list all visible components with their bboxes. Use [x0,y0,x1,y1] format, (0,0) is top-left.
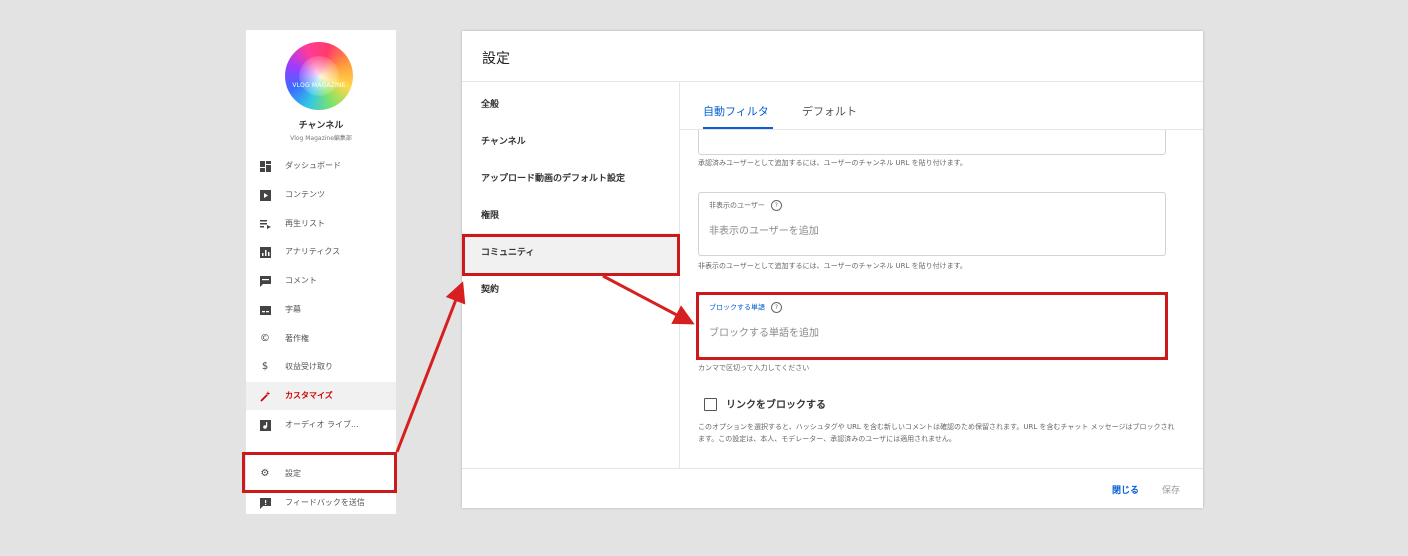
sidebar-item-subtitles[interactable]: 字幕 [246,296,396,324]
hidden-users-input[interactable] [709,223,1149,239]
sidebar-item-settings[interactable]: ⚙ 設定 [246,460,396,488]
gear-icon: ⚙ [260,468,270,479]
magic-wand-icon [259,390,271,402]
sidebar-item-label: 再生リスト [285,219,325,228]
automated-filters-panel: 承認済みユーザーとして追加するには、ユーザーのチャンネル URL を貼り付けます… [680,130,1203,468]
block-links-checkbox[interactable] [704,398,717,411]
blocked-words-label: ブロックする単語? [709,302,782,313]
hidden-users-label-text: 非表示のユーザー [709,201,765,210]
tab-automated-filters[interactable]: 自動フィルタ [703,103,769,119]
sidebar-item-label: コメント [285,276,317,285]
arrow-to-community [395,281,466,453]
copyright-icon: © [260,333,270,344]
avatar-brand-text: VLOG MAGAZINE [292,82,346,89]
channel-title: チャンネル [298,121,344,131]
blocked-words-field[interactable]: ブロックする単語? [698,294,1166,358]
settings-dialog: 設定 全般 チャンネル アップロード動画のデフォルト設定 権限 コミュニティ 契… [462,31,1203,508]
sidebar-item-feedback[interactable]: フィードバックを送信 [246,489,396,514]
comment-icon [259,275,271,287]
close-button[interactable]: 閉じる [1112,483,1139,496]
block-links-description: このオプションを選択すると、ハッシュタグや URL を含む新しいコメントは確認の… [698,423,1175,443]
divider [462,468,1203,469]
sidebar-item-label: 著作権 [285,334,309,343]
sidebar-item-label: ダッシュボード [285,161,341,170]
hidden-users-hint: 非表示のユーザーとして追加するには、ユーザーのチャンネル URL を貼り付けます… [698,262,967,270]
settings-menu-general[interactable]: 全般 [462,85,679,125]
hidden-users-field[interactable]: 非表示のユーザー? [698,192,1166,256]
settings-menu-permissions[interactable]: 権限 [462,196,679,236]
settings-menu-community[interactable]: コミュニティ [462,233,679,273]
hidden-users-label: 非表示のユーザー? [709,200,782,211]
blocked-words-input[interactable] [709,325,1149,341]
settings-menu-agreements[interactable]: 契約 [462,270,679,310]
analytics-icon [259,246,271,258]
sidebar-item-comments[interactable]: コメント [246,267,396,295]
sidebar-item-label: アナリティクス [285,247,341,256]
channel-avatar[interactable]: VLOG MAGAZINE [285,42,353,110]
tab-defaults[interactable]: デフォルト [802,103,857,119]
sidebar-item-customization[interactable]: カスタマイズ [246,382,396,410]
blocked-words-label-text: ブロックする単語 [709,303,765,312]
sidebar-item-monetization[interactable]: $ 収益受け取り [246,353,396,381]
sidebar-item-dashboard[interactable]: ダッシュボード [246,152,396,180]
dialog-title: 設定 [482,51,510,67]
sidebar-item-label: 設定 [285,469,301,478]
help-icon[interactable]: ? [770,200,782,211]
playlist-icon [259,218,271,230]
approved-users-field[interactable] [698,130,1166,155]
settings-menu-upload-defaults[interactable]: アップロード動画のデフォルト設定 [462,159,679,199]
sidebar-item-label: 収益受け取り [285,362,333,371]
avatar-glow [299,56,339,96]
sidebar-item-audio-library[interactable]: オーディオ ライブ... [246,411,396,439]
dollar-icon: $ [261,361,269,372]
sidebar-item-label: コンテンツ [285,190,325,199]
sidebar-item-label: オーディオ ライブ... [285,420,359,429]
divider [462,81,1203,82]
save-button[interactable]: 保存 [1162,483,1180,496]
sidebar-item-label: 字幕 [285,305,301,314]
sidebar-item-label: カスタマイズ [285,391,333,400]
dashboard-icon [259,160,271,172]
blocked-words-hint: カンマで区切って入力してください [698,364,810,372]
studio-sidebar: VLOG MAGAZINE チャンネル Vlog Magazine編集部 ダッシ… [246,30,396,514]
channel-subtitle: Vlog Magazine編集部 [290,135,352,142]
sidebar-item-playlists[interactable]: 再生リスト [246,210,396,238]
sidebar-item-content[interactable]: コンテンツ [246,181,396,209]
block-links-label[interactable]: リンクをブロックする [726,396,826,411]
approved-users-hint: 承認済みユーザーとして追加するには、ユーザーのチャンネル URL を貼り付けます… [698,159,967,167]
sidebar-item-copyright[interactable]: © 著作権 [246,325,396,353]
sidebar-item-analytics[interactable]: アナリティクス [246,238,396,266]
video-library-icon [259,189,271,201]
subtitles-icon [259,304,271,316]
help-icon[interactable]: ? [771,302,782,313]
audio-library-icon [259,419,271,431]
settings-menu-channel[interactable]: チャンネル [462,122,679,162]
feedback-icon [259,497,271,509]
sidebar-item-label: フィードバックを送信 [285,498,365,507]
